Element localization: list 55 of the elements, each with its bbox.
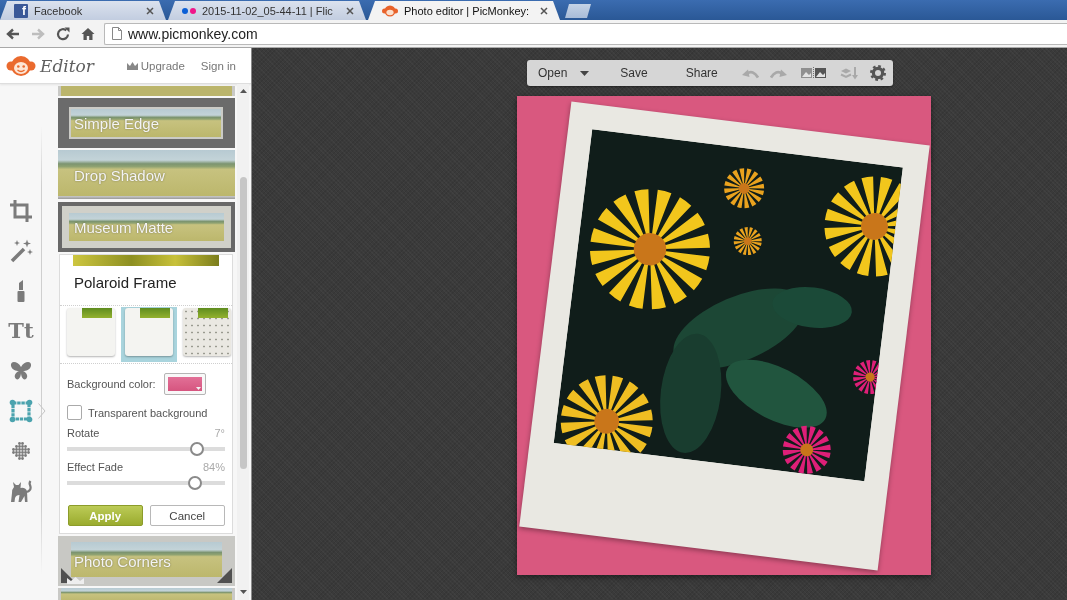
crop-icon[interactable] — [9, 199, 33, 223]
magic-wand-icon[interactable] — [9, 239, 33, 263]
browser-tab[interactable]: 2015-11-02_05-44-11 | Flic — [168, 1, 366, 20]
cancel-button[interactable]: Cancel — [149, 505, 225, 526]
two-dots-icon — [182, 7, 196, 14]
back-arrow-icon[interactable] — [6, 26, 20, 41]
photo-corner-icon — [217, 568, 232, 583]
slider-label: Effect Fade — [67, 461, 124, 474]
checkbox[interactable] — [67, 405, 82, 420]
polaroid-thumbnail — [67, 308, 115, 356]
home-icon[interactable] — [81, 26, 95, 41]
crown-icon — [126, 61, 138, 70]
scroll-down-icon[interactable] — [239, 590, 247, 594]
close-icon[interactable] — [346, 6, 354, 15]
toolbar-button[interactable]: Share — [666, 60, 737, 86]
page-icon — [112, 27, 122, 40]
upgrade-link[interactable]: Upgrade — [126, 59, 185, 72]
browser-tab[interactable]: f Facebook — [0, 1, 166, 20]
compare-images-icon[interactable] — [800, 67, 827, 79]
polaroid-thumbnail — [125, 308, 173, 356]
letter-tile-icon: f — [14, 3, 28, 18]
color-swatch — [167, 377, 202, 391]
slider-thumb[interactable] — [189, 442, 204, 456]
cat-icon[interactable] — [9, 479, 33, 503]
monkey-logo-icon[interactable] — [6, 54, 36, 77]
slider-label: Rotate — [67, 427, 100, 440]
text-tool-button[interactable]: Tt — [8, 319, 34, 343]
slider-value: 84% — [202, 461, 225, 474]
color-picker-button[interactable] — [163, 373, 206, 395]
close-icon[interactable] — [146, 6, 154, 15]
scrollbar-thumb[interactable] — [239, 177, 247, 469]
close-icon[interactable] — [540, 6, 548, 15]
logo-text: Editor — [40, 55, 94, 76]
monkey-face-icon — [382, 4, 398, 17]
effect-title: Polaroid Frame — [74, 273, 178, 293]
new-tab-button[interactable] — [565, 4, 591, 18]
reload-icon[interactable] — [56, 26, 70, 41]
checkbox-label: Transparent background — [88, 406, 208, 419]
browser-tab[interactable]: Photo editor | PicMonkey: — [368, 1, 560, 20]
toolbar-button[interactable]: Save — [601, 60, 667, 86]
settings-icon[interactable] — [869, 65, 886, 81]
frame-style-option[interactable] — [121, 307, 177, 362]
scroll-up-icon[interactable] — [239, 89, 247, 93]
caret-icon — [195, 387, 201, 390]
slider-thumb[interactable] — [187, 476, 202, 490]
open-menu-button[interactable]: Open — [527, 60, 602, 86]
caret-icon — [580, 70, 590, 76]
dotted-diamond-icon[interactable] — [9, 439, 33, 463]
polaroid-thumbnail — [183, 308, 231, 356]
slider-value: 7° — [214, 427, 225, 440]
frame-icon[interactable] — [9, 399, 33, 423]
sign-in-link[interactable]: Sign in — [200, 59, 236, 72]
selection-pointer-icon — [38, 403, 46, 419]
address-field[interactable]: www.picmonkey.com — [104, 22, 1067, 45]
field-label: Background color: — [67, 377, 156, 391]
